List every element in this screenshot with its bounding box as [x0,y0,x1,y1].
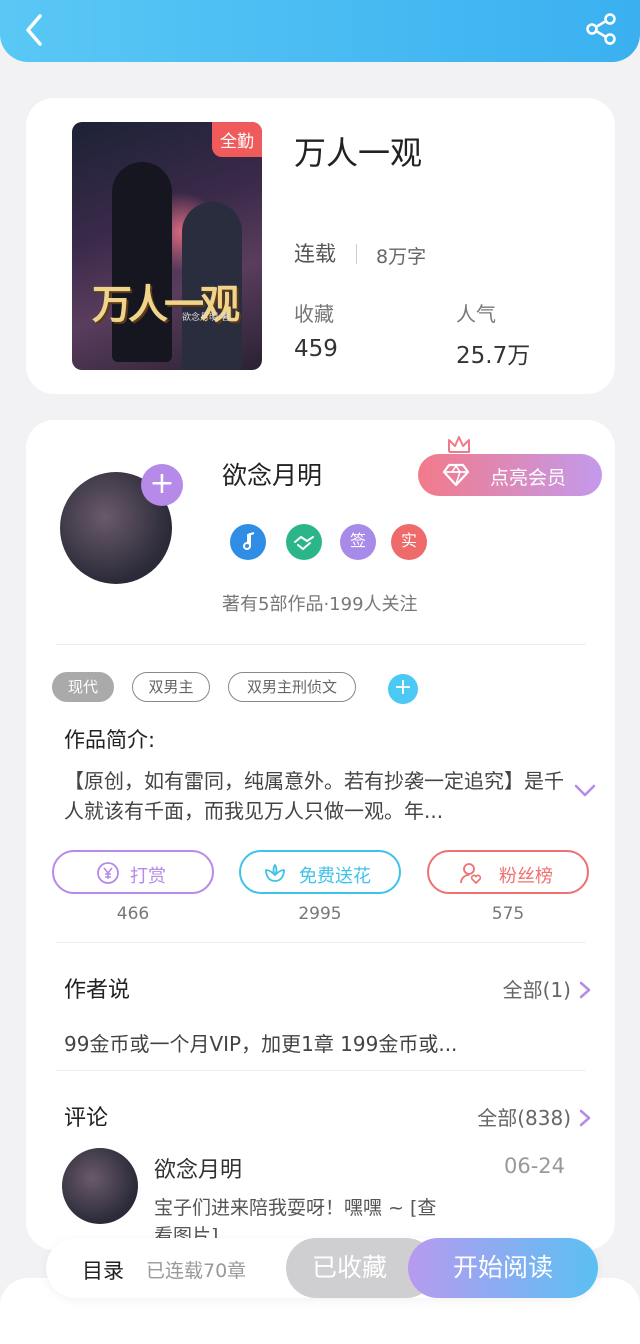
tag-item[interactable]: 现代 [52,672,114,702]
top-bar [0,0,640,62]
author-detail-card: + 欲念月明 点亮会员 签 实 著有5部作品·199人关注 现代 双男主 双男主… [26,420,615,1250]
fan-ranking-count: 575 [491,904,525,924]
vip-button[interactable]: 点亮会员 [418,454,602,496]
share-icon[interactable] [584,12,618,46]
reward-label: 打赏 [130,866,166,887]
chevron-right-icon [579,1109,591,1127]
flower-icon [265,864,285,882]
book-cover[interactable]: 万人一观 欲念月明.著 全勤 [72,122,262,370]
author-says-text[interactable]: 99金币或一个月VIP，加更1章 199金币或... [64,1028,457,1057]
cover-figure-left [112,162,172,362]
vip-label: 点亮会员 [490,467,567,489]
stat-label-favorites: 收藏 [294,302,334,326]
person-heart-icon [460,863,482,885]
intro-title: 作品简介: [64,728,156,752]
comments-title: 评论 [64,1106,109,1131]
author-name[interactable]: 欲念月明 [222,456,322,492]
stat-value-favorites: 459 [294,336,338,362]
author-meta: 著有5部作品·199人关注 [222,594,418,615]
stat-label-popularity: 人气 [456,302,496,326]
reward-count: 466 [116,904,150,924]
comment-avatar[interactable] [62,1148,138,1224]
sign-medal-icon[interactable]: 签 [340,524,376,560]
book-title: 万人一观 [294,134,423,172]
add-tag-button[interactable]: + [388,674,418,704]
yen-coin-icon [97,862,119,884]
diamond-icon [442,463,470,487]
real-medal-icon[interactable]: 实 [391,524,427,560]
status-divider [356,244,357,264]
tag-item[interactable]: 双男主刑侦文 [228,672,356,702]
follow-button[interactable]: + [141,464,183,506]
cover-author-art: 欲念月明.著 [182,313,230,323]
fan-ranking-label: 粉丝榜 [499,866,553,887]
author-says-title: 作者说 [64,978,131,1003]
back-icon[interactable] [20,12,50,48]
fan-ranking-button[interactable]: 粉丝榜 [427,850,589,894]
reward-button[interactable]: 打赏 [52,850,214,894]
divider [56,942,586,943]
chevron-down-icon[interactable] [574,784,596,798]
author-says-all-link[interactable]: 全部(1) [503,974,591,1003]
comments-all-label: 全部(838) [477,1106,571,1130]
divider [56,1070,586,1071]
crown-icon [448,436,470,453]
comment-author-name[interactable]: 欲念月明 [154,1152,242,1184]
bottom-action-bar: 目录 已连载70章 已收藏 开始阅读 [46,1238,598,1298]
chevron-right-icon [579,981,591,999]
intro-text: 【原创，如有雷同，纯属意外。若有抄袭一定追究】是千人就该有千面，而我见万人只做一… [64,769,564,823]
book-info-card: 万人一观 欲念月明.著 全勤 万人一观 连载 8万字 收藏 459 人气 25.… [26,98,615,394]
book-status: 连载 [294,242,336,266]
flower-count: 2995 [298,904,342,924]
send-flower-button[interactable]: 免费送花 [239,850,401,894]
book-word-count: 8万字 [376,246,427,268]
stat-value-popularity: 25.7万 [456,343,531,369]
divider [56,644,586,645]
tag-item[interactable]: 双男主 [132,672,210,702]
handshake-medal-icon[interactable] [286,524,322,560]
send-flower-label: 免费送花 [299,866,371,887]
start-reading-button[interactable]: 开始阅读 [408,1238,598,1298]
comments-all-link[interactable]: 全部(838) [477,1102,591,1131]
author-says-all-label: 全部(1) [502,978,571,1002]
comment-date: 06-24 [504,1154,566,1178]
chapter-count[interactable]: 已连载70章 [146,1256,246,1283]
cover-badge: 全勤 [212,122,262,157]
toc-button[interactable]: 目录 [82,1255,124,1285]
music-medal-icon[interactable] [230,524,266,560]
